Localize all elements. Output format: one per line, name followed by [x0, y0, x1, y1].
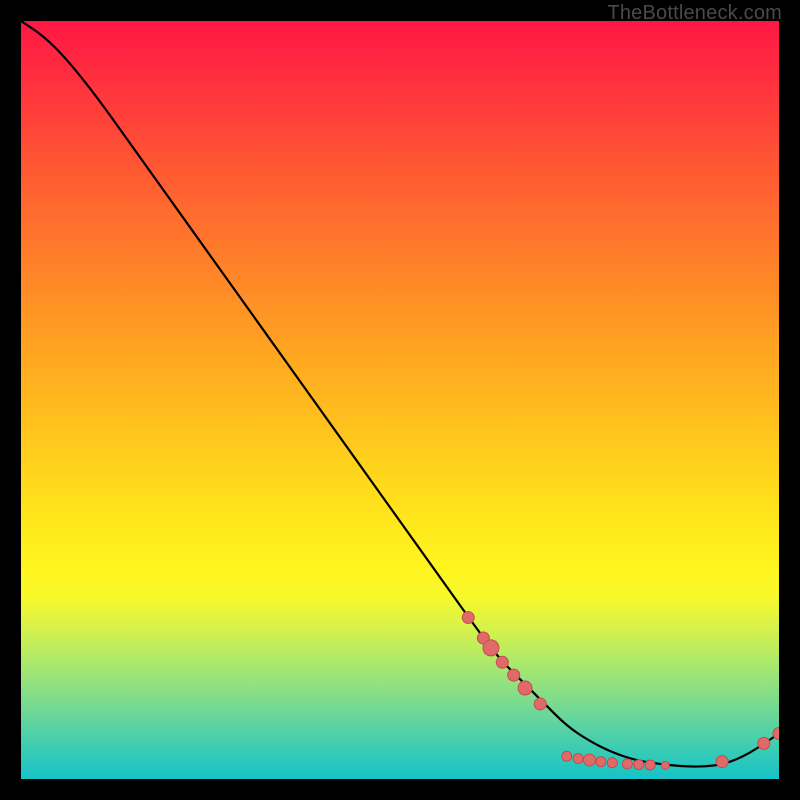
- gradient-background: [21, 21, 779, 779]
- plot-area: [21, 21, 779, 779]
- chart-stage: TheBottleneck.com: [0, 0, 800, 800]
